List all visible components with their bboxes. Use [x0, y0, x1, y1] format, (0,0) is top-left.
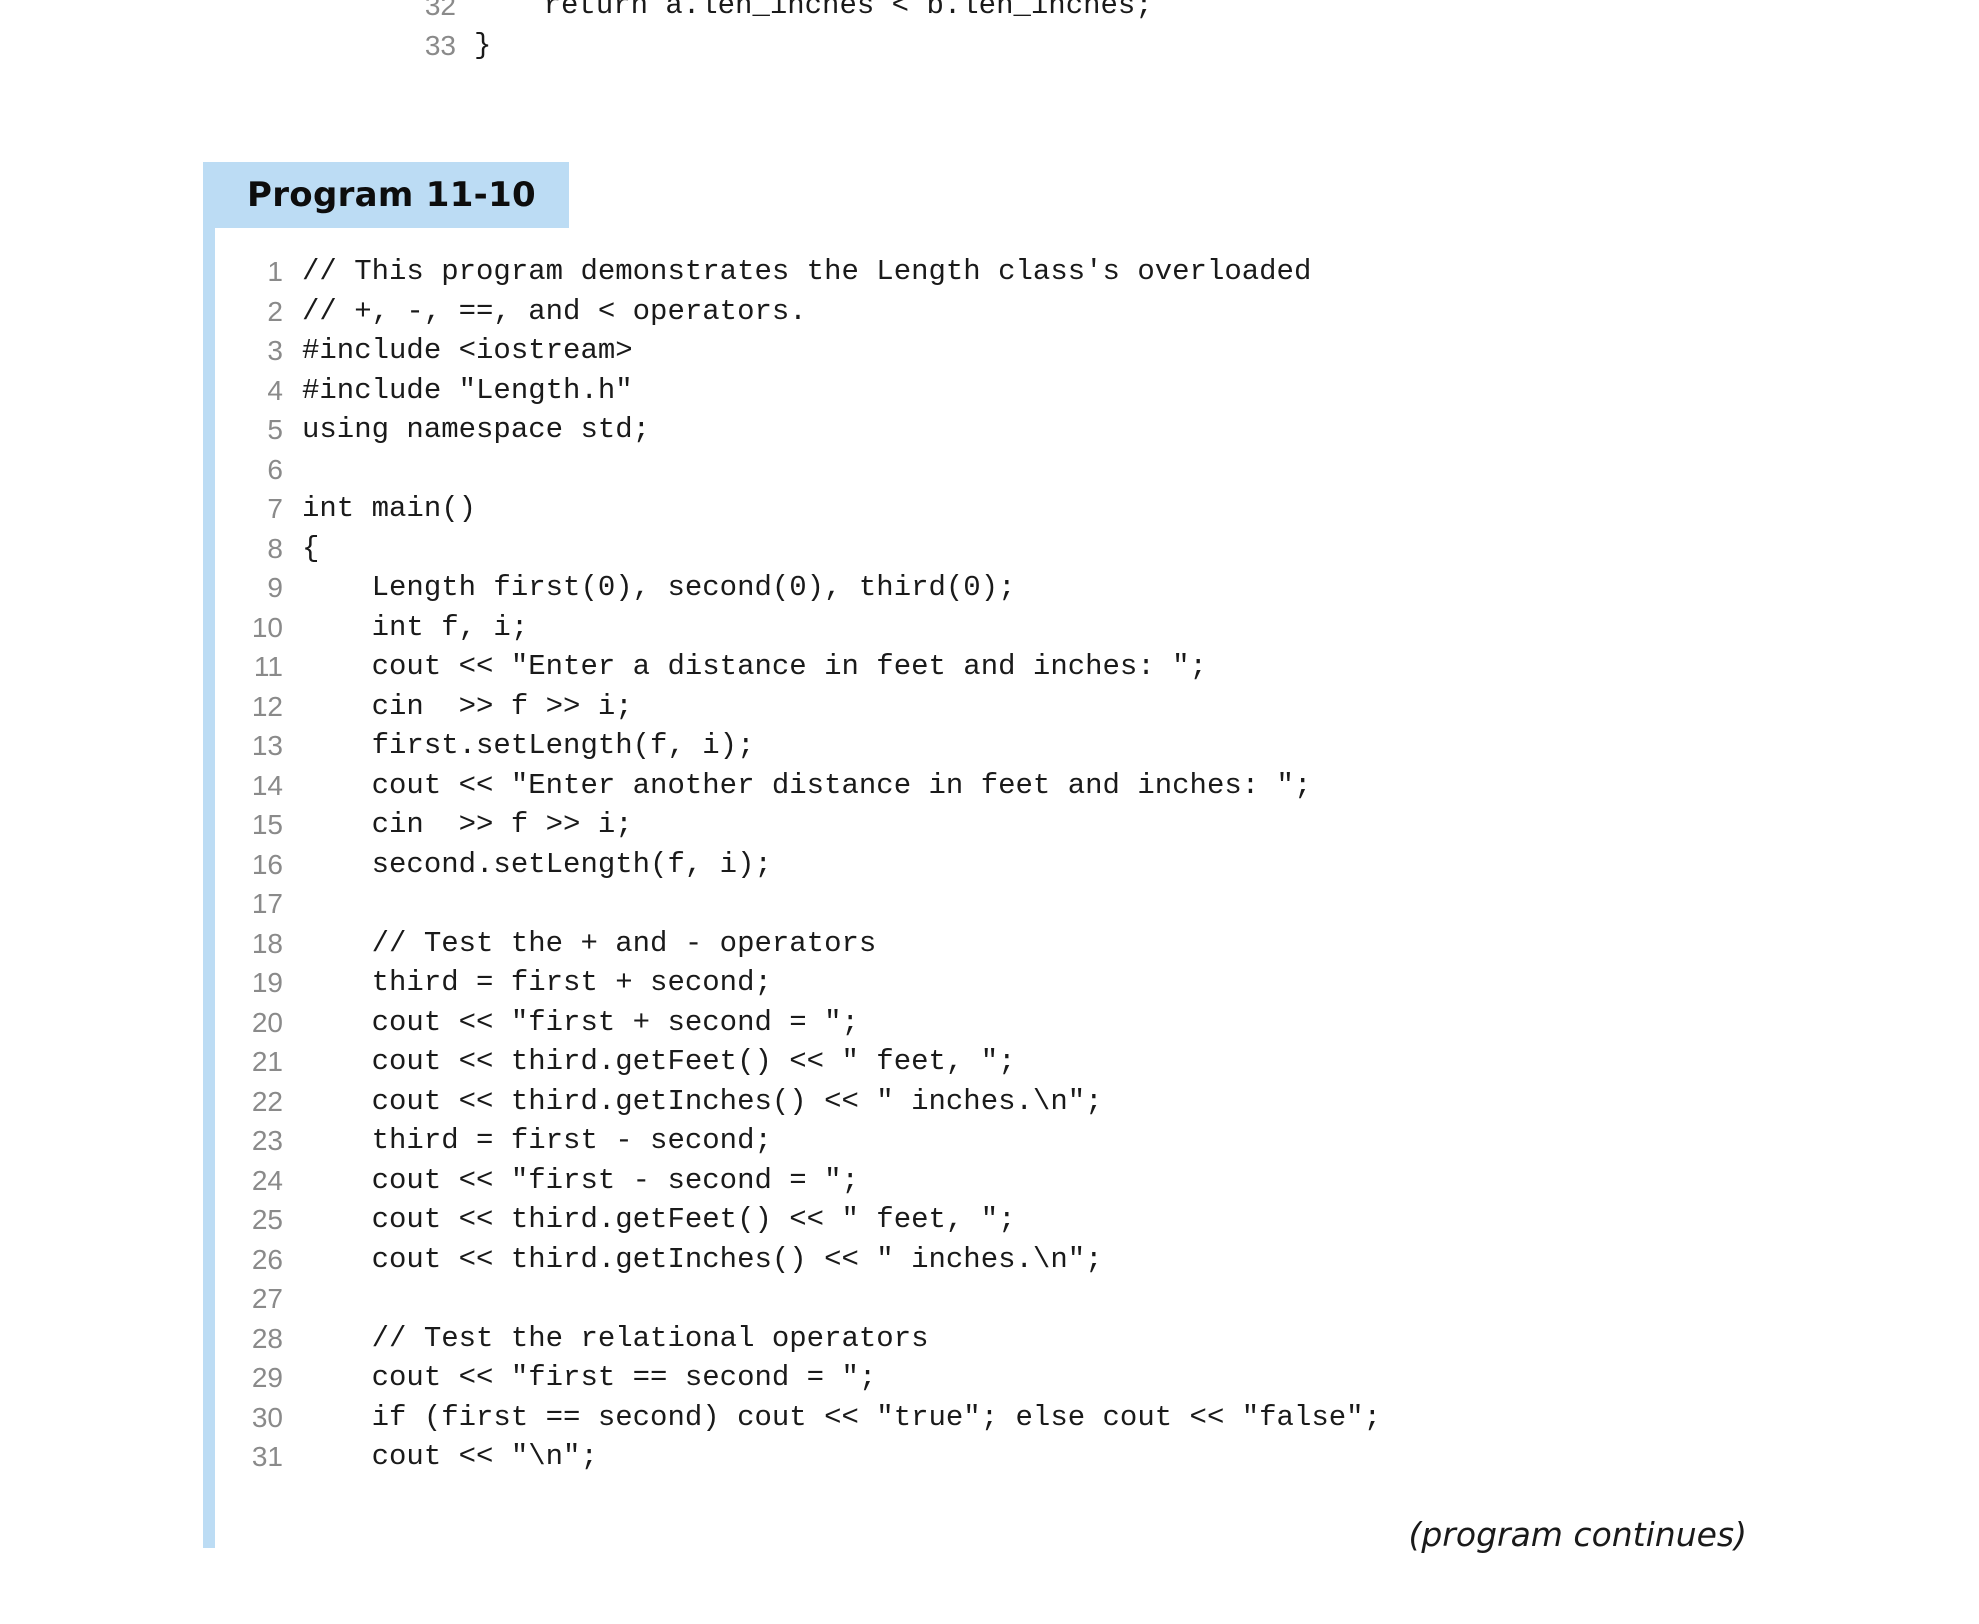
code-text: int f, i; [302, 610, 529, 644]
line-number: 19 [251, 967, 283, 998]
line-number: 27 [251, 1283, 283, 1314]
code-text: // Test the relational operators [302, 1321, 929, 1355]
line-number: 15 [251, 809, 283, 840]
line-number: 31 [251, 1441, 283, 1472]
line-number: 12 [251, 690, 283, 722]
code-text: cout << "Enter another distance in feet … [302, 768, 1312, 802]
code-text: cout << "first - second = "; [302, 1163, 859, 1197]
line-number: 25 [251, 1204, 283, 1235]
line-number: 7 [267, 493, 283, 524]
code-text: cout << third.getFeet() << " feet, "; [302, 1045, 1016, 1078]
line-number: 13 [251, 730, 283, 761]
program-continues-note: (program continues) [1408, 1515, 1747, 1554]
line-number: 33 [424, 30, 456, 61]
line-number: 18 [251, 927, 283, 959]
line-number: 28 [251, 1322, 283, 1354]
listing-left-bar [203, 228, 215, 1548]
code-text: // This program demonstrates the Length … [302, 255, 1312, 288]
line-number: 17 [251, 888, 283, 919]
line-number: 9 [267, 572, 283, 603]
code-text: #include <iostream> [302, 334, 633, 367]
line-number: 16 [251, 848, 283, 880]
code-text: first.setLength(f, i); [302, 729, 755, 762]
code-text: // +, -, ==, and < operators. [302, 294, 807, 328]
line-number: 26 [251, 1243, 283, 1275]
line-number: 11 [253, 651, 283, 682]
code-text: cout << third.getFeet() << " feet, "; [302, 1203, 1016, 1236]
line-number: 3 [267, 335, 283, 366]
code-text: cout << "\n"; [302, 1440, 598, 1473]
line-number: 5 [267, 414, 283, 445]
line-number: 29 [251, 1362, 283, 1393]
line-number: 24 [251, 1164, 283, 1196]
line-number: 4 [267, 374, 283, 406]
code-text: Length first(0), second(0), third(0); [302, 571, 1016, 604]
code-text: cout << third.getInches() << " inches.\n… [302, 1084, 1103, 1118]
code-text: cout << third.getInches() << " inches.\n… [302, 1242, 1103, 1276]
code-text: #include "Length.h" [302, 373, 633, 407]
code-text: cin >> f >> i; [302, 808, 633, 841]
line-number: 2 [267, 295, 283, 327]
line-number: 21 [251, 1046, 283, 1077]
line-number: 1 [267, 256, 283, 287]
code-text: // Test the + and - operators [302, 926, 877, 960]
line-number: 23 [251, 1125, 283, 1156]
code-text: cout << "first == second = "; [302, 1361, 877, 1394]
line-number: 10 [251, 611, 283, 643]
line-number: 8 [267, 532, 283, 564]
code-text: second.setLength(f, i); [302, 847, 772, 881]
code-text: if (first == second) cout << "true"; els… [302, 1400, 1381, 1434]
code-text: int main() [302, 492, 477, 525]
line-number: 20 [251, 1006, 283, 1038]
line-number: 30 [251, 1401, 283, 1433]
code-text: using namespace std; [302, 413, 651, 446]
code-text: { [302, 531, 320, 565]
code-text: cout << "first + second = "; [302, 1005, 859, 1039]
line-number: 14 [251, 769, 283, 801]
line-number: 32 [424, 0, 456, 21]
code-text: third = first + second; [302, 966, 772, 999]
program-header: Program 11-10 [203, 162, 569, 228]
code-text: } [474, 29, 492, 62]
program-title: Program 11-10 [247, 175, 536, 215]
code-text: cin >> f >> i; [302, 689, 633, 723]
line-number: 22 [251, 1085, 283, 1117]
code-text: cout << "Enter a distance in feet and in… [302, 650, 1207, 683]
code-text: return a.len_inches < b.len_inches; [474, 0, 1153, 22]
line-number: 6 [267, 453, 283, 485]
code-text: third = first - second; [302, 1124, 772, 1157]
